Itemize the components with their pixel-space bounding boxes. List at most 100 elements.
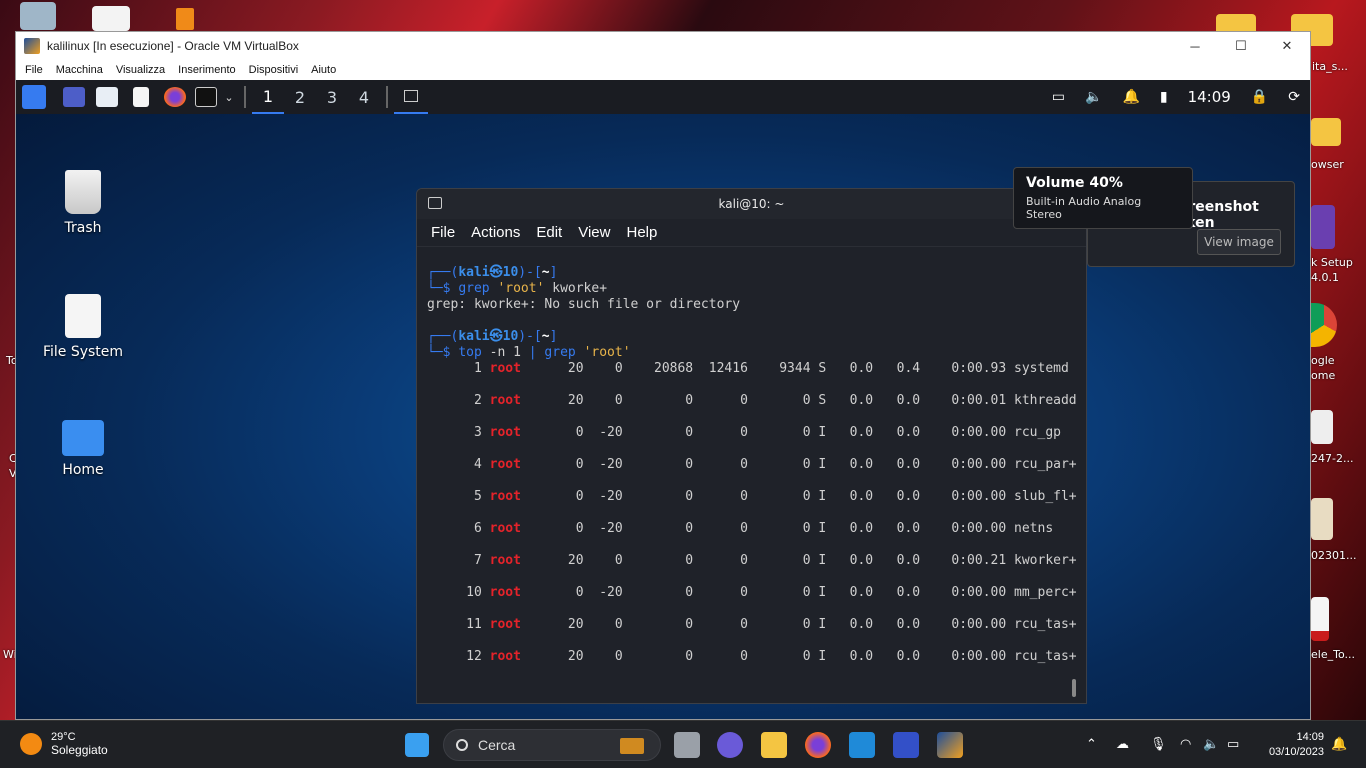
cloud-icon[interactable]: ☁ bbox=[1116, 737, 1129, 752]
vbox-titlebar[interactable]: kalilinux [In esecuzione] - Oracle VM Vi… bbox=[16, 32, 1310, 60]
host-setup-icon[interactable] bbox=[1311, 205, 1335, 249]
terminal-titlebar[interactable]: kali@10: ~ bbox=[417, 189, 1086, 219]
terminal-output[interactable]: ┌──(kali㉿10)-[~] └─$ grep 'root' kworke+ g… bbox=[417, 247, 1086, 681]
prompt-dir: ~ bbox=[541, 329, 550, 344]
taskbar-time: 14:09 bbox=[1296, 731, 1324, 743]
terminal-menu-edit[interactable]: Edit bbox=[536, 224, 562, 241]
workspace-4[interactable]: 4 bbox=[348, 80, 380, 114]
prompt-user: kali bbox=[458, 265, 490, 280]
file-explorer-icon[interactable] bbox=[761, 732, 787, 758]
terminal-menu-help[interactable]: Help bbox=[626, 224, 657, 241]
workspace-2[interactable]: 2 bbox=[284, 80, 316, 114]
vscode-icon[interactable] bbox=[849, 732, 875, 758]
home-folder-icon bbox=[62, 420, 104, 456]
sun-icon bbox=[20, 733, 42, 755]
kali-clock[interactable]: 14:09 bbox=[1188, 88, 1231, 106]
app-icon[interactable] bbox=[893, 732, 919, 758]
text-editor-button[interactable] bbox=[124, 80, 158, 114]
taskbar-search[interactable]: Cerca bbox=[443, 729, 661, 761]
top-process-row: 6 root 0 -20 0 0 0 I 0.0 0.0 0:00.00 net… bbox=[427, 521, 1076, 553]
terminal-window[interactable]: kali@10: ~ File Actions Edit View Help ┌… bbox=[416, 188, 1087, 704]
prompt-at: ㉿ bbox=[489, 265, 503, 280]
process-stats: 0 -20 0 0 0 I 0.0 0.0 0:00.00 rcu_par+ bbox=[520, 457, 1077, 472]
chevron-down-icon[interactable]: ⌄ bbox=[220, 80, 238, 114]
workspace-1[interactable]: 1 bbox=[252, 80, 284, 114]
file-manager-button[interactable] bbox=[90, 80, 124, 114]
show-desktop-button[interactable] bbox=[58, 80, 90, 114]
menu-dispositivi[interactable]: Dispositivi bbox=[249, 64, 299, 76]
host-label: ita_s... bbox=[1312, 60, 1348, 73]
taskbar-terminal-window[interactable] bbox=[394, 80, 428, 114]
windows-start-icon[interactable] bbox=[405, 733, 429, 757]
panel-separator bbox=[386, 86, 388, 108]
menu-inserimento[interactable]: Inserimento bbox=[178, 64, 235, 76]
process-stats: 20 0 20868 12416 9344 S 0.0 0.4 0:00.93 … bbox=[520, 361, 1069, 376]
terminal-menu-actions[interactable]: Actions bbox=[471, 224, 520, 241]
terminal-menu-file[interactable]: File bbox=[431, 224, 455, 241]
desktop-icon-label: File System bbox=[42, 344, 124, 360]
command-line: └─$ top -n 1 | grep 'root' bbox=[427, 345, 631, 360]
process-stats: 0 -20 0 0 0 I 0.0 0.0 0:00.00 slub_fl+ bbox=[520, 489, 1077, 504]
desktop-icon-trash[interactable]: Trash bbox=[38, 170, 128, 236]
speaker-icon[interactable]: 🔈 bbox=[1203, 737, 1219, 752]
desktop-icon bbox=[63, 87, 85, 107]
desktop-icon-label: Trash bbox=[64, 220, 102, 236]
notification-bell-icon[interactable]: 🔔 bbox=[1331, 737, 1347, 752]
maximize-button[interactable]: ☐ bbox=[1218, 32, 1264, 60]
terminal-menu-view[interactable]: View bbox=[578, 224, 610, 241]
taskbar-clock[interactable]: 14:09 03/10/2023 bbox=[1254, 730, 1324, 760]
desktop-icon-filesystem[interactable]: File System bbox=[38, 294, 128, 360]
process-stats: 0 -20 0 0 0 I 0.0 0.0 0:00.00 mm_perc+ bbox=[520, 585, 1077, 600]
workspace-3[interactable]: 3 bbox=[316, 80, 348, 114]
terminal-icon bbox=[195, 87, 217, 107]
wifi-icon[interactable]: ◠ bbox=[1180, 737, 1191, 752]
virtualbox-icon[interactable] bbox=[937, 732, 963, 758]
host-vlc-icon[interactable] bbox=[176, 8, 194, 30]
chevron-up-icon[interactable]: ⌃ bbox=[1086, 737, 1097, 752]
meet-icon[interactable] bbox=[717, 732, 743, 758]
cmd-arg: 'root' bbox=[497, 281, 545, 296]
power-icon[interactable]: ⟳ bbox=[1288, 89, 1300, 105]
top-process-row: 11 root 20 0 0 0 0 I 0.0 0.0 0:00.00 rcu… bbox=[427, 617, 1077, 649]
task-view-icon[interactable] bbox=[674, 732, 700, 758]
host-document-icon[interactable] bbox=[92, 6, 130, 31]
host-image-icon[interactable] bbox=[1311, 410, 1333, 444]
process-user: root bbox=[489, 585, 521, 600]
menu-aiuto[interactable]: Aiuto bbox=[311, 64, 336, 76]
host-label: ogle bbox=[1311, 354, 1335, 367]
menu-macchina[interactable]: Macchina bbox=[56, 64, 103, 76]
network-icon[interactable]: ▭ bbox=[1052, 89, 1065, 105]
weather-widget[interactable]: 29°C Soleggiato bbox=[20, 731, 108, 757]
weather-temp: 29°C bbox=[51, 731, 76, 743]
host-folder-icon-3[interactable] bbox=[1311, 118, 1341, 146]
process-user: root bbox=[489, 425, 521, 440]
view-image-button[interactable]: View image bbox=[1197, 229, 1281, 255]
top-process-row: 1 root 20 0 20868 12416 9344 S 0.0 0.4 0… bbox=[427, 361, 1076, 393]
folder-icon bbox=[96, 87, 118, 107]
host-recycle-bin-icon[interactable] bbox=[20, 2, 56, 30]
volume-icon[interactable]: 🔈 bbox=[1085, 89, 1102, 105]
battery-icon[interactable]: ▮ bbox=[1160, 89, 1168, 105]
drive-icon bbox=[65, 294, 101, 338]
notification-bell-icon[interactable]: 🔔 bbox=[1122, 89, 1139, 105]
kali-menu-button[interactable] bbox=[16, 80, 52, 114]
terminal-launcher-button[interactable] bbox=[192, 80, 220, 114]
microphone-icon[interactable]: 🎙 bbox=[1150, 737, 1167, 752]
process-user: root bbox=[489, 393, 521, 408]
firefox-button[interactable] bbox=[158, 80, 192, 114]
menu-visualizza[interactable]: Visualizza bbox=[116, 64, 165, 76]
top-output-table: 1 root 20 0 20868 12416 9344 S 0.0 0.4 0… bbox=[427, 361, 1077, 681]
host-image-icon-2[interactable] bbox=[1311, 498, 1333, 540]
search-icon bbox=[456, 739, 468, 751]
volume-tooltip-device: Built-in Audio Analog Stereo bbox=[1026, 195, 1142, 221]
prompt-dir: ~ bbox=[541, 265, 550, 280]
lock-icon[interactable]: 🔒 bbox=[1251, 89, 1268, 105]
battery-icon[interactable]: ▭ bbox=[1227, 737, 1239, 752]
host-pdf-icon[interactable] bbox=[1311, 597, 1329, 641]
terminal-scrollbar[interactable] bbox=[1072, 679, 1076, 697]
desktop-icon-home[interactable]: Home bbox=[38, 420, 128, 478]
menu-file[interactable]: File bbox=[25, 64, 43, 76]
firefox-icon[interactable] bbox=[805, 732, 831, 758]
minimize-button[interactable]: ─ bbox=[1172, 32, 1218, 60]
close-button[interactable]: ✕ bbox=[1264, 32, 1310, 60]
